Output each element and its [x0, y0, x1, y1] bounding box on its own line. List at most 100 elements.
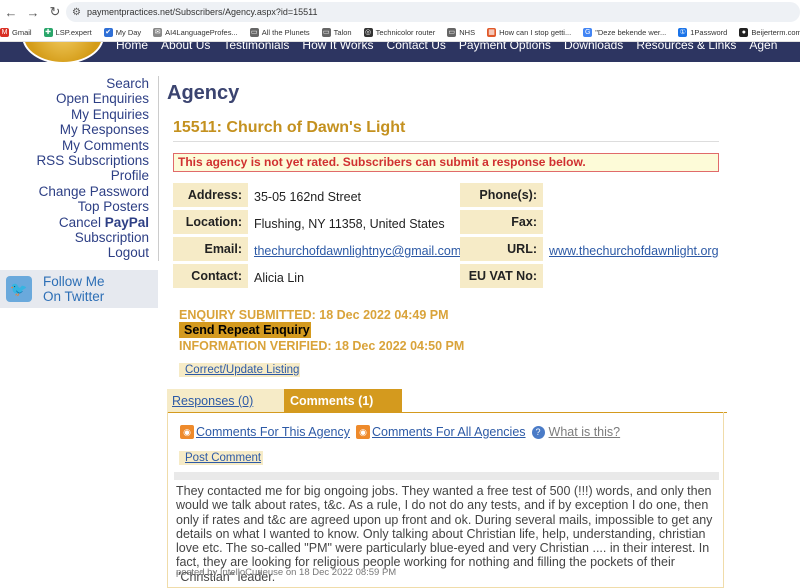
sidebar-link[interactable]: Open Enquiries: [0, 91, 158, 106]
nav-item[interactable]: About Us: [161, 42, 210, 62]
email-link[interactable]: thechurchofdawnlightnyc@gmail.com: [254, 244, 461, 258]
bookmark-label: Gmail: [12, 28, 32, 37]
post-comment-button[interactable]: Post Comment: [179, 451, 263, 465]
reload-icon[interactable]: ↻: [44, 1, 66, 23]
nav-item[interactable]: Testimonials: [223, 42, 289, 62]
bookmark-label: My Day: [115, 28, 142, 37]
phone-label: Phone(s):: [460, 183, 543, 207]
back-icon[interactable]: ←: [0, 1, 22, 23]
address-bar[interactable]: ⚙ paymentpractices.net/Subscribers/Agenc…: [66, 2, 800, 22]
title-divider: [173, 141, 719, 142]
twitter-bird-icon: 🐦: [6, 276, 32, 302]
bookmark-item[interactable]: ◎ Technicolor router: [363, 28, 436, 37]
site-logo[interactable]: [22, 42, 104, 62]
nav-menu: Home About Us Testimonials How It Works Cont…: [116, 42, 790, 62]
tab-responses[interactable]: Responses (0): [167, 389, 284, 413]
url-value: www.thechurchofdawnlight.org: [549, 239, 719, 263]
comment-meta: posted by IntelloCurieuse on 18 Dec 2022…: [176, 567, 397, 578]
bookmark-item[interactable]: ● Beijerterm.com: [739, 28, 800, 37]
bookmark-favicon-icon: M: [0, 28, 9, 37]
sidebar-link[interactable]: My Comments: [0, 138, 158, 153]
bookmark-label: "Deze bekende wer...: [595, 28, 667, 37]
bookmark-item[interactable]: ✚ LSP.expert: [43, 28, 92, 37]
bookmark-item[interactable]: ▦ How can I stop getti...: [487, 28, 571, 37]
address-value: 35-05 162nd Street: [254, 190, 362, 204]
tab-comments[interactable]: Comments (1): [284, 389, 402, 413]
nav-item[interactable]: How It Works: [302, 42, 373, 62]
rss-icon: ◉: [356, 425, 370, 439]
nav-item[interactable]: Contact Us: [387, 42, 446, 62]
nav-item[interactable]: Resources & Links: [636, 42, 736, 62]
sidebar-link[interactable]: Change Password: [0, 184, 158, 199]
bookmark-item[interactable]: G "Deze bekende wer...: [583, 28, 666, 37]
email-label: Email:: [173, 237, 248, 261]
bookmark-label: AI4LanguageProfes...: [165, 28, 238, 37]
page-title: Agency: [167, 82, 240, 104]
bookmark-item[interactable]: ▭ All the Plunets: [249, 28, 310, 37]
nav-item[interactable]: Home: [116, 42, 148, 62]
bookmark-favicon-icon: ◎: [363, 28, 373, 37]
rss-links-row: ◉ Comments For This Agency ◉ Comments Fo…: [180, 425, 620, 439]
sidebar-link[interactable]: My Enquiries: [0, 107, 158, 122]
url-label: URL:: [460, 237, 543, 261]
sidebar: Search Open Enquiries My Enquiries My Respo…: [0, 76, 158, 261]
sidebar-link[interactable]: Top Posters: [0, 199, 158, 214]
bookmark-label: 1Password: [690, 28, 728, 37]
nav-item[interactable]: Payment Options: [459, 42, 551, 62]
sidebar-link[interactable]: RSS Subscriptions: [0, 153, 158, 168]
bookmark-item[interactable]: ① 1Password: [678, 28, 727, 37]
sidebar-link[interactable]: Profile: [0, 168, 158, 183]
send-repeat-enquiry-button[interactable]: Send Repeat Enquiry: [179, 322, 311, 338]
bookmark-item[interactable]: M Gmail: [0, 28, 32, 37]
site-settings-icon[interactable]: ⚙: [72, 7, 81, 18]
address-label: Address:: [173, 183, 248, 207]
location-value: Flushing, NY 11358, United States: [254, 217, 445, 231]
what-is-this-link[interactable]: What is this?: [549, 425, 621, 439]
tab-bar: Responses (0) Comments (1): [167, 389, 727, 413]
bookmark-label: How can I stop getti...: [499, 28, 572, 37]
bookmark-label: Beijerterm.com: [751, 28, 800, 37]
website-link[interactable]: www.thechurchofdawnlight.org: [549, 244, 719, 258]
bookmark-favicon-icon: ▦: [487, 28, 497, 37]
nav-item[interactable]: Agen: [749, 42, 777, 62]
sidebar-link[interactable]: Logout: [0, 245, 158, 260]
rating-warning: This agency is not yet rated. Subscriber…: [173, 153, 719, 172]
rss-agency-comments-link[interactable]: Comments For This Agency: [196, 425, 350, 439]
enquiry-submitted: ENQUIRY SUBMITTED: 18 Dec 2022 04:49 PM: [179, 308, 449, 322]
bookmark-favicon-icon: ▭: [249, 28, 259, 37]
sidebar-link[interactable]: Subscription: [0, 230, 158, 245]
correct-update-listing-button[interactable]: Correct/Update Listing: [179, 363, 300, 377]
rss-all-comments-link[interactable]: Comments For All Agencies: [372, 425, 526, 439]
contact-label: Contact:: [173, 264, 248, 288]
bookmark-label: Technicolor router: [375, 28, 436, 37]
bookmark-label: LSP.expert: [55, 28, 92, 37]
bookmark-item[interactable]: ✔ My Day: [103, 28, 142, 37]
bookmark-favicon-icon: ✔: [103, 28, 113, 37]
bookmark-label: NHS: [459, 28, 476, 37]
bookmark-label: Talon: [333, 28, 352, 37]
sidebar-link[interactable]: Search: [0, 76, 158, 91]
help-icon: ?: [531, 425, 545, 439]
bookmark-item[interactable]: ▭ NHS: [447, 28, 475, 37]
browser-toolbar: ← → ↻ ⚙ paymentpractices.net/Subscribers…: [0, 0, 800, 24]
bookmark-item[interactable]: ▭ Talon: [321, 28, 352, 37]
email-value: thechurchofdawnlightnyc@gmail.com: [254, 239, 461, 263]
rss-icon: ◉: [180, 425, 194, 439]
follow-twitter-link[interactable]: 🐦 Follow Me On Twitter: [0, 270, 158, 308]
bookmark-item[interactable]: ✉ AI4LanguageProfes...: [153, 28, 238, 37]
forward-icon[interactable]: →: [22, 1, 44, 23]
sidebar-link[interactable]: Cancel PayPal: [0, 215, 158, 230]
comment-header-bar: [174, 472, 719, 480]
bookmark-label: All the Plunets: [261, 28, 310, 37]
information-verified: INFORMATION VERIFIED: 18 Dec 2022 04:50 …: [179, 339, 465, 353]
sidebar-link-prefix: Cancel: [58, 214, 105, 230]
bookmark-favicon-icon: ✚: [43, 28, 53, 37]
sidebar-link-bold: PayPal: [104, 214, 149, 230]
nav-item[interactable]: Downloads: [564, 42, 623, 62]
bookmark-favicon-icon: ●: [739, 28, 749, 37]
bookmark-favicon-icon: ▭: [321, 28, 331, 37]
twitter-label: Follow Me On Twitter: [43, 274, 105, 304]
sidebar-divider: [158, 76, 159, 261]
sidebar-link[interactable]: My Responses: [0, 122, 158, 137]
bookmark-favicon-icon: ▭: [447, 28, 457, 37]
